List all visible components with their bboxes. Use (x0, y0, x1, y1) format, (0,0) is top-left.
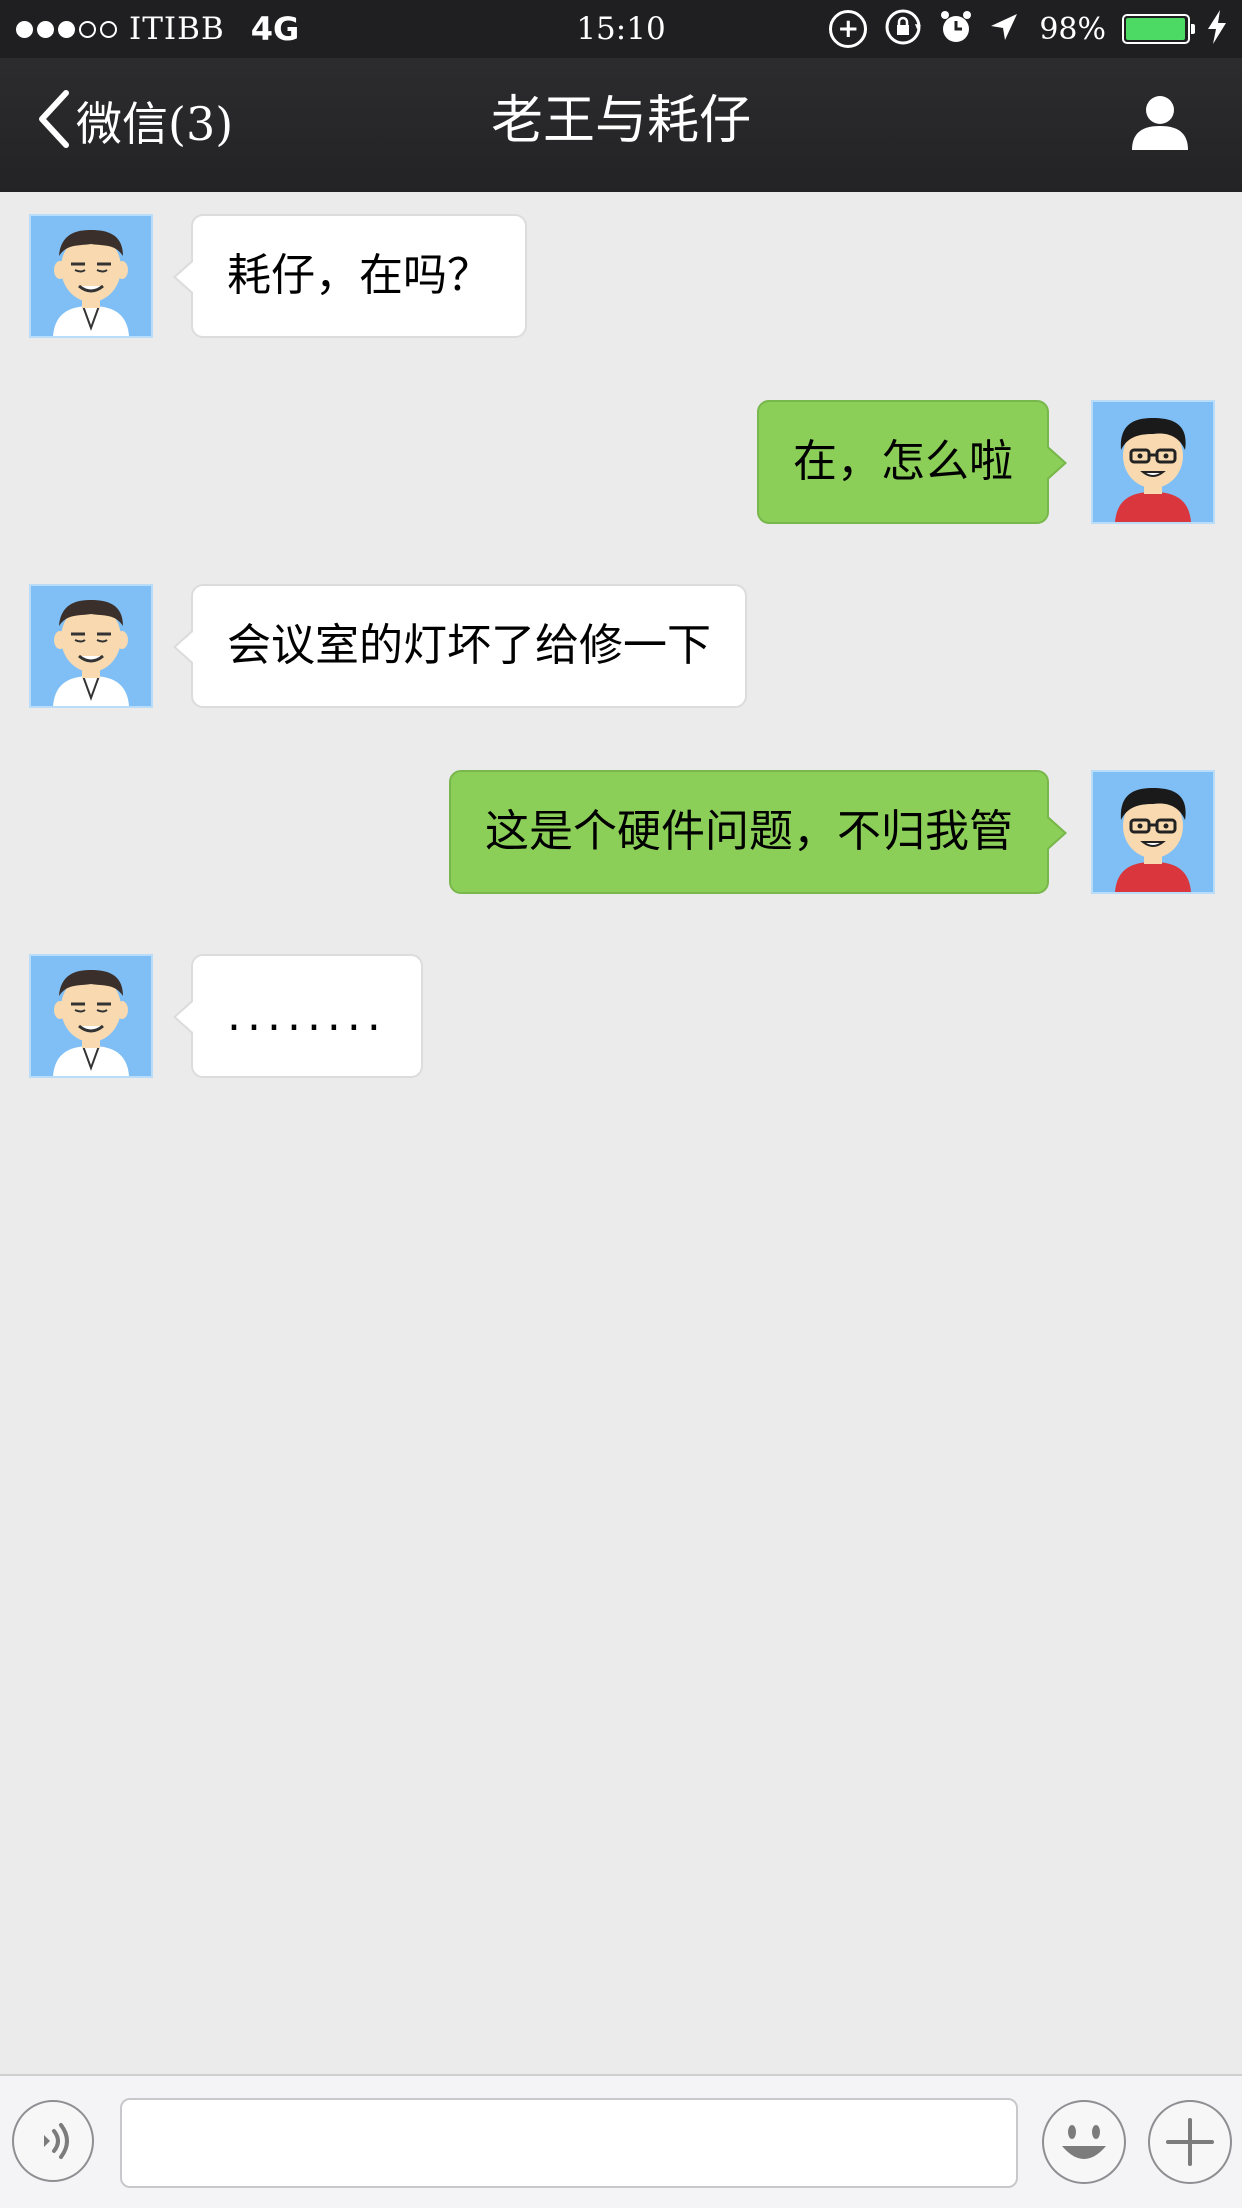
battery-level-fill (1126, 18, 1185, 40)
avatar-laowang[interactable] (29, 214, 153, 338)
message-row: ........ (0, 954, 1242, 1078)
message-row: 耗仔，在吗？ (0, 214, 1242, 338)
wechat-chat-screen: ITIBB 4G 15:10 + 98% 微信(3) 老王与耗仔 耗仔，在吗？ … (0, 0, 1242, 2208)
page-title: 老王与耗仔 (490, 91, 751, 151)
chat-input-bar (0, 2074, 1242, 2208)
voice-icon (14, 2123, 92, 2184)
message-bubble-incoming[interactable]: 会议室的灯坏了给修一下 (173, 584, 747, 708)
battery-percentage: 98% (1039, 11, 1106, 47)
nav-bar: 微信(3) 老王与耗仔 (0, 58, 1242, 192)
vpn-plus-icon: + (829, 10, 868, 48)
avatar-laowang[interactable] (29, 954, 153, 1078)
message-row: 会议室的灯坏了给修一下 (0, 584, 1242, 708)
avatar-haozai[interactable] (1091, 770, 1215, 894)
message-input[interactable] (120, 2098, 1018, 2188)
more-options-button[interactable] (1148, 2100, 1232, 2184)
rotation-lock-icon (883, 7, 923, 51)
chat-message-list[interactable]: 耗仔，在吗？ 在，怎么啦 会议室的灯坏了给修一下 这是个硬件问题，不归我管 ..… (0, 192, 1242, 2074)
message-row: 这是个硬件问题，不归我管 (0, 770, 1242, 894)
chat-info-button[interactable] (1130, 94, 1190, 150)
battery-icon (1122, 14, 1195, 44)
emoji-button[interactable] (1042, 2100, 1126, 2184)
person-icon (1130, 96, 1190, 154)
charging-bolt-icon (1206, 10, 1228, 48)
plus-icon (1150, 2118, 1230, 2186)
message-bubble-incoming[interactable]: 耗仔，在吗？ (173, 214, 527, 338)
avatar-laowang[interactable] (29, 584, 153, 708)
avatar-haozai[interactable] (1091, 400, 1215, 524)
message-bubble-incoming[interactable]: ........ (173, 954, 423, 1078)
location-arrow-icon (989, 12, 1019, 46)
voice-input-button[interactable] (12, 2100, 94, 2182)
message-bubble-outgoing[interactable]: 这是个硬件问题，不归我管 (449, 770, 1067, 894)
status-right: + 98% (813, 8, 1228, 50)
emoji-icon (1044, 2125, 1124, 2186)
status-bar: ITIBB 4G 15:10 + 98% (0, 0, 1242, 58)
alarm-icon (939, 9, 973, 49)
message-row: 在，怎么啦 (0, 400, 1242, 524)
message-bubble-outgoing[interactable]: 在，怎么啦 (757, 400, 1067, 524)
